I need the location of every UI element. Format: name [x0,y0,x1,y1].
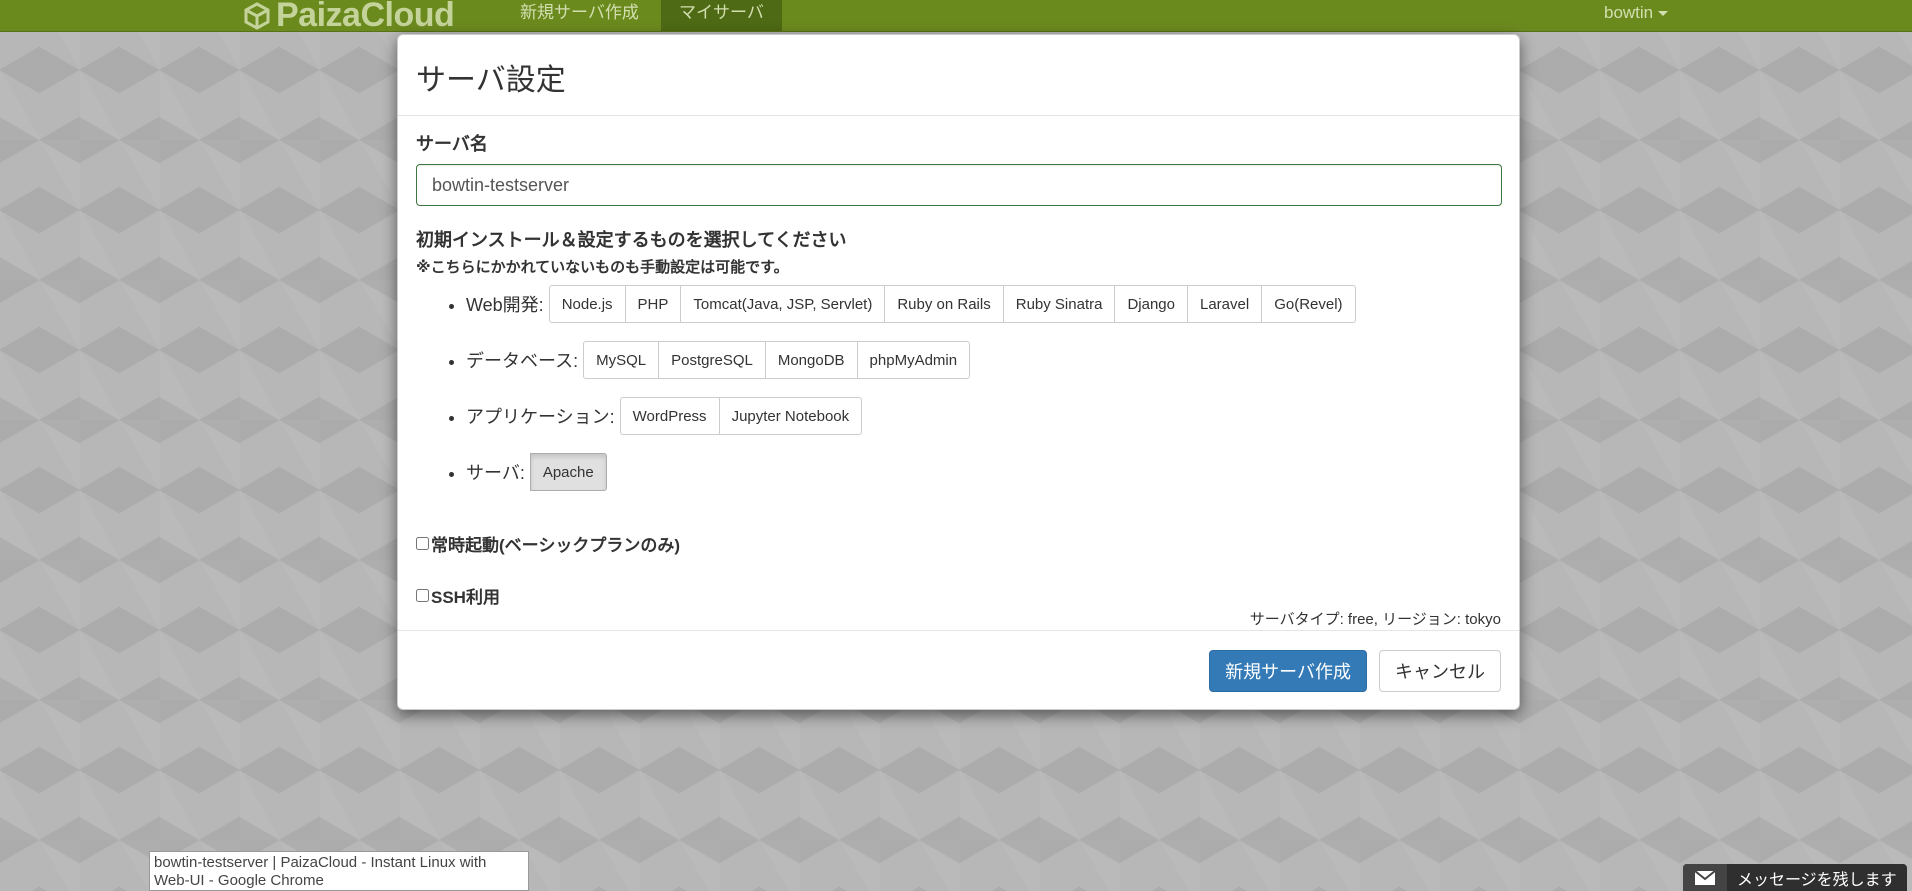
ssh-checkbox[interactable] [416,588,429,602]
modal-header: サーバ設定 [398,35,1519,116]
server-type-info: サーバタイプ: free, リージョン: tokyo [1249,611,1501,628]
brand-name: PaizaCloud [276,0,455,34]
modal-title: サーバ設定 [416,64,566,97]
list-item-database: データベース: MySQL PostgreSQL MongoDB phpMyAd… [466,341,1501,397]
option-nodejs[interactable]: Node.js [548,285,626,323]
always-on-label: 常時起動(ベーシックプランのみ) [431,535,680,555]
list-item-application: アプリケーション: WordPress Jupyter Notebook [466,397,1501,453]
message-bar[interactable]: メッセージを残します [1683,864,1907,891]
ssh-label: SSH利用 [431,587,500,607]
category-label-database: データベース: [466,351,579,371]
message-bar-label: メッセージを残します [1737,871,1897,889]
option-django[interactable]: Django [1114,285,1188,323]
cancel-button[interactable]: キャンセル [1379,649,1501,692]
list-item-web: Web開発: Node.js PHP Tomcat(Java, JSP, Ser… [466,285,1501,341]
list-item-server: サーバ: Apache [466,453,1501,509]
create-server-button[interactable]: 新規サーバ作成 [1209,649,1367,692]
server-name-input[interactable] [416,164,1502,206]
server-settings-modal: サーバ設定 サーバ名 初期インストール＆設定するものを選択してください ※こちら… [397,34,1520,710]
option-go-revel[interactable]: Go(Revel) [1261,285,1356,323]
option-rails[interactable]: Ruby on Rails [884,285,1004,323]
modal-body: サーバ名 初期インストール＆設定するものを選択してください ※こちらにかかれてい… [398,116,1519,630]
server-name-label: サーバ名 [416,134,488,154]
option-jupyter[interactable]: Jupyter Notebook [718,397,863,435]
option-phpmyadmin[interactable]: phpMyAdmin [856,341,971,379]
nav-my-server[interactable]: マイサーバ [661,0,782,31]
option-sinatra[interactable]: Ruby Sinatra [1002,285,1116,323]
install-note: ※こちらにかかれていないものも手動設定は可能です。 [416,259,789,276]
category-label-web: Web開発: [466,295,544,315]
install-heading: 初期インストール＆設定するものを選択してください [416,230,847,250]
option-mysql[interactable]: MySQL [583,341,660,379]
caret-down-icon [1658,11,1669,17]
option-mongodb[interactable]: MongoDB [764,341,858,379]
database-button-group: MySQL PostgreSQL MongoDB phpMyAdmin [583,341,971,379]
server-button-group: Apache [529,453,607,491]
option-tomcat[interactable]: Tomcat(Java, JSP, Servlet) [680,285,886,323]
option-php[interactable]: PHP [624,285,682,323]
option-laravel[interactable]: Laravel [1187,285,1263,323]
modal-footer: 新規サーバ作成 キャンセル [398,630,1519,710]
user-name: bowtin [1604,3,1654,22]
user-menu[interactable]: bowtin [1604,0,1669,31]
cube-logo-icon [244,1,270,30]
top-navbar: PaizaCloud 新規サーバ作成 マイサーバ bowtin [0,0,1912,35]
always-on-row: 常時起動(ベーシックプランのみ) [416,517,1501,569]
mail-icon [1683,864,1727,891]
always-on-checkbox[interactable] [416,536,429,550]
application-button-group: WordPress Jupyter Notebook [619,397,863,435]
window-title-tooltip: bowtin-testserver | PaizaCloud - Instant… [149,851,529,891]
category-label-application: アプリケーション: [466,407,615,427]
category-label-server: サーバ: [466,463,525,483]
option-wordpress[interactable]: WordPress [619,397,720,435]
web-button-group: Node.js PHP Tomcat(Java, JSP, Servlet) R… [548,285,1356,323]
install-options-list: Web開発: Node.js PHP Tomcat(Java, JSP, Ser… [416,285,1501,509]
option-postgresql[interactable]: PostgreSQL [658,341,766,379]
option-apache[interactable]: Apache [529,453,607,491]
nav-new-server[interactable]: 新規サーバ作成 [502,0,657,31]
brand-logo[interactable]: PaizaCloud [244,0,455,35]
